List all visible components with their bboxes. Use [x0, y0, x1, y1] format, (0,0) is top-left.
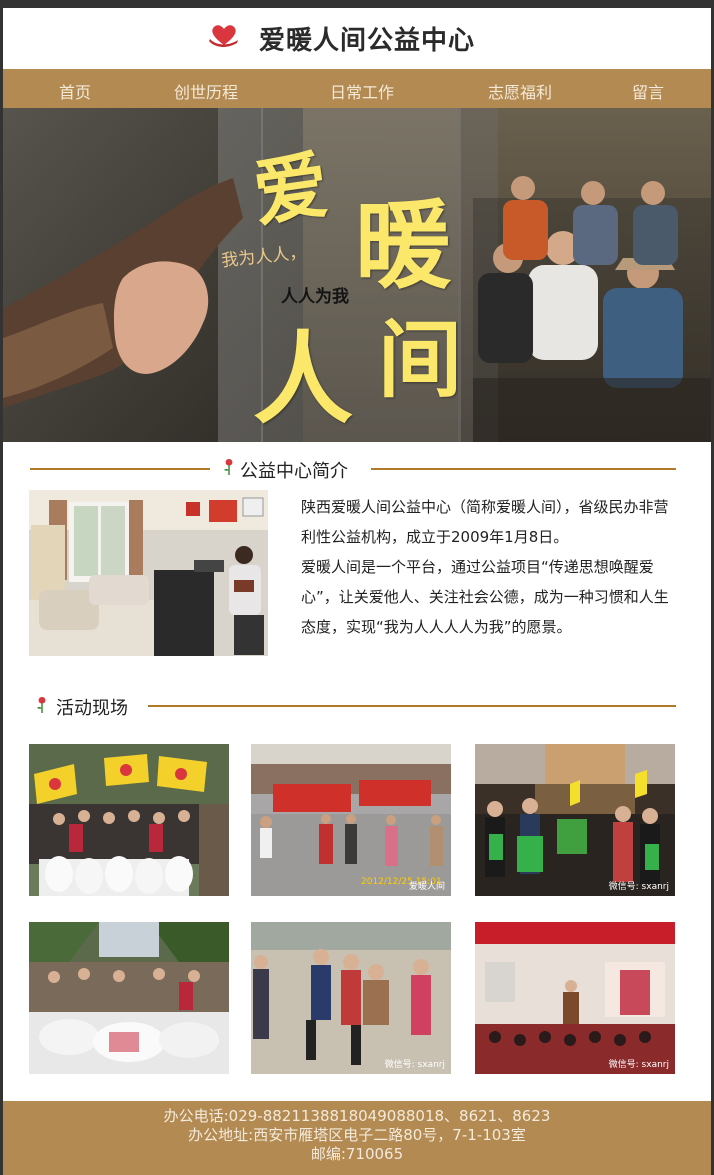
activity-photo-1[interactable]	[29, 744, 229, 896]
photo-watermark: 微信号: sxanrj	[608, 1060, 669, 1070]
divider-line	[148, 705, 676, 707]
nav-item-history[interactable]: 创世历程	[174, 79, 238, 103]
banner-slogan-2: 人人为我	[281, 287, 349, 307]
intro-paragraph-2: 爱暖人间是一个平台，通过公益项目“传递思想唤醒爱心”，让关爱他人、关注社会公德，…	[301, 558, 669, 636]
footer-address: 办公地址:西安市雁塔区电子二路80号，7-1-103室	[188, 1126, 526, 1144]
nav-item-home[interactable]: 首页	[59, 79, 91, 103]
intro-text: 陕西爱暖人间公益中心（简称爱暖人间），省级民办非营利性公益机构，成立于2009年…	[301, 492, 681, 642]
nav-item-message[interactable]: 留言	[632, 79, 664, 103]
banner-char-jian: 间	[378, 310, 463, 409]
divider-line-left	[30, 468, 210, 470]
banner-char-ai: 爱	[248, 142, 334, 238]
photo-watermark: 微信号: sxanrj	[608, 882, 669, 892]
rose-icon	[224, 459, 233, 475]
page: 爱暖人间公益中心 首页 创世历程 日常工作 志愿福利 留言 爱 暖 人 间 我为…	[3, 8, 711, 1175]
banner-char-nuan: 暖	[355, 189, 451, 302]
site-header: 爱暖人间公益中心	[3, 8, 711, 69]
activities-heading: 活动现场	[56, 698, 128, 719]
banner-char-ren: 人	[253, 320, 353, 438]
office-photo	[29, 490, 268, 656]
site-footer: 办公电话:029-88211388180490880​18、8621、8623 …	[3, 1101, 711, 1175]
photo-watermark: 微信号: sxanrj	[384, 1060, 445, 1070]
activity-photo-6[interactable]: 微信号: sxanrj	[475, 922, 675, 1074]
activity-photo-2[interactable]: 2012/12/25 15:01 爱暖人间	[251, 744, 451, 896]
footer-phone: 办公电话:029-88211388180490880​18、8621、8623	[163, 1107, 551, 1125]
photo-caption: 爱暖人间	[408, 882, 445, 892]
heart-hand-icon[interactable]	[207, 21, 241, 49]
footer-postcode: 邮编:710065	[310, 1145, 404, 1163]
main-nav: 首页 创世历程 日常工作 志愿福利 留言	[3, 69, 711, 108]
activity-photo-5[interactable]: 微信号: sxanrj	[251, 922, 451, 1074]
intro-paragraph-1: 陕西爱暖人间公益中心（简称爱暖人间），省级民办非营利性公益机构，成立于2009年…	[301, 498, 669, 546]
site-title[interactable]: 爱暖人间公益中心	[259, 20, 475, 57]
divider-line-right	[371, 468, 676, 470]
hero-banner[interactable]: 爱 暖 人 间 我为人人， 人人为我	[3, 108, 711, 442]
nav-item-daily-work[interactable]: 日常工作	[330, 79, 394, 103]
intro-heading: 公益中心简介	[240, 461, 348, 482]
nav-item-volunteer[interactable]: 志愿福利	[488, 79, 552, 103]
rose-icon	[37, 697, 46, 713]
activity-photo-3[interactable]: 微信号: sxanrj	[475, 744, 675, 896]
activity-photo-4[interactable]	[29, 922, 229, 1074]
